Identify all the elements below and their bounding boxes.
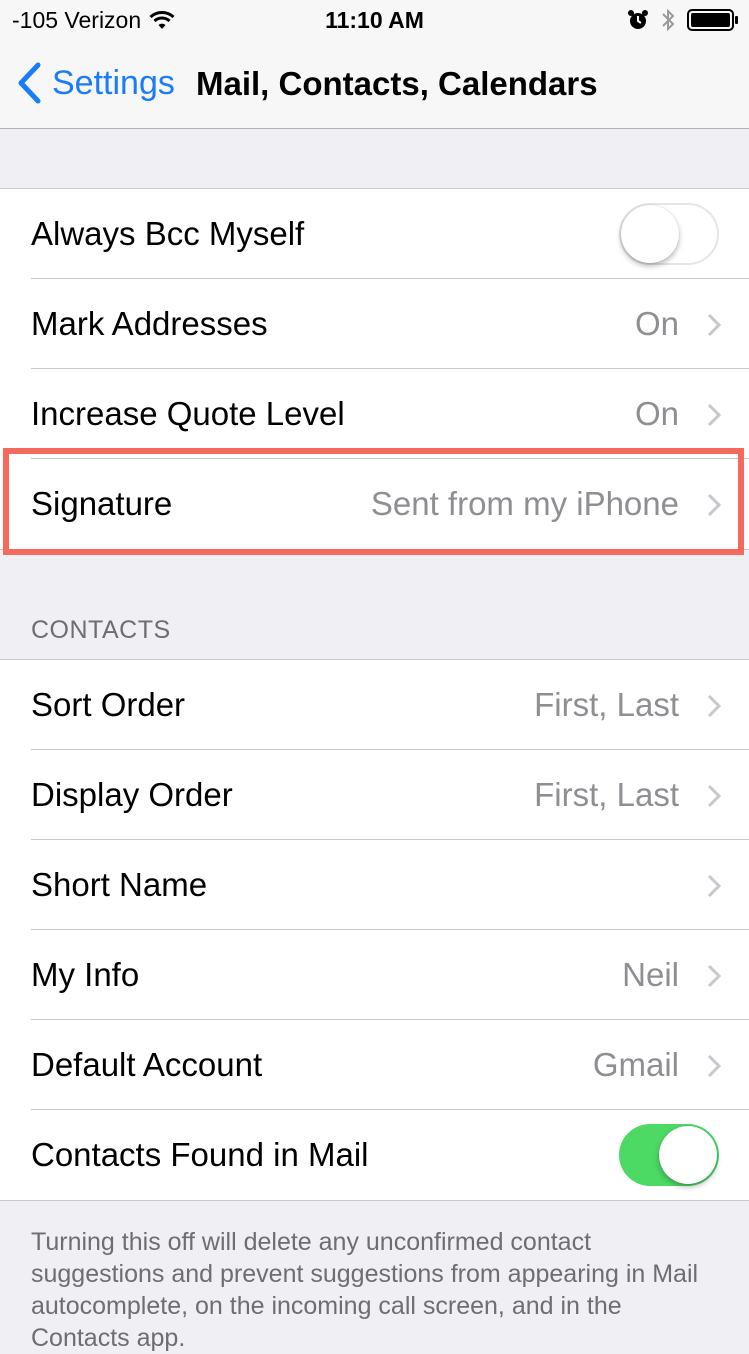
always-bcc-toggle[interactable] [619, 203, 719, 265]
row-label: Always Bcc Myself [31, 215, 305, 252]
row-label: Increase Quote Level [31, 395, 345, 432]
row-value: First, Last [534, 686, 679, 723]
row-label: Mark Addresses [31, 305, 268, 342]
bluetooth-icon [662, 8, 675, 32]
row-label: Display Order [31, 776, 233, 813]
chevron-right-icon [707, 403, 721, 427]
chevron-right-icon [707, 694, 721, 718]
chevron-right-icon [707, 313, 721, 337]
row-value: Neil [622, 956, 679, 993]
row-label: Contacts Found in Mail [31, 1136, 369, 1173]
row-contacts-found-in-mail: Contacts Found in Mail [0, 1110, 749, 1200]
page-title: Mail, Contacts, Calendars [196, 65, 598, 102]
row-label: Default Account [31, 1046, 263, 1083]
toggle-knob [621, 205, 679, 263]
row-my-info[interactable]: My Info Neil [0, 930, 749, 1020]
row-value: On [634, 305, 679, 342]
row-mark-addresses[interactable]: Mark Addresses On [0, 279, 749, 369]
back-button[interactable]: Settings [16, 62, 175, 104]
chevron-right-icon [707, 964, 721, 988]
navigation-bar: Settings Mail, Contacts, Calendars [0, 40, 749, 129]
row-value: First, Last [534, 776, 679, 813]
row-label: My Info [31, 956, 140, 993]
row-increase-quote-level[interactable]: Increase Quote Level On [0, 369, 749, 459]
row-value: Gmail [592, 1046, 679, 1083]
row-value: On [634, 395, 679, 432]
battery-icon [687, 9, 738, 31]
row-default-account[interactable]: Default Account Gmail [0, 1020, 749, 1110]
contacts-section-header: CONTACTS [31, 616, 171, 644]
contacts-footer-text: Turning this off will delete any unconfi… [31, 1228, 699, 1352]
row-short-name[interactable]: Short Name [0, 840, 749, 930]
status-bar: -105 Verizon 11:10 AM [0, 0, 749, 40]
row-sort-order[interactable]: Sort Order First, Last [0, 660, 749, 750]
row-label: Sort Order [31, 686, 186, 723]
contacts-found-in-mail-toggle[interactable] [619, 1124, 719, 1186]
row-label: Short Name [31, 866, 208, 903]
back-button-label: Settings [52, 63, 175, 102]
contacts-settings-group: Sort Order First, Last Display Order Fir… [0, 659, 749, 1201]
toggle-knob [659, 1126, 717, 1184]
chevron-right-icon [707, 1054, 721, 1078]
row-display-order[interactable]: Display Order First, Last [0, 750, 749, 840]
alarm-icon [628, 10, 648, 29]
chevron-right-icon [707, 874, 721, 898]
chevron-left-icon [18, 62, 41, 104]
signature-highlight-box [3, 448, 744, 555]
chevron-right-icon [707, 784, 721, 808]
status-right [627, 8, 739, 32]
row-always-bcc-myself: Always Bcc Myself [0, 189, 749, 279]
